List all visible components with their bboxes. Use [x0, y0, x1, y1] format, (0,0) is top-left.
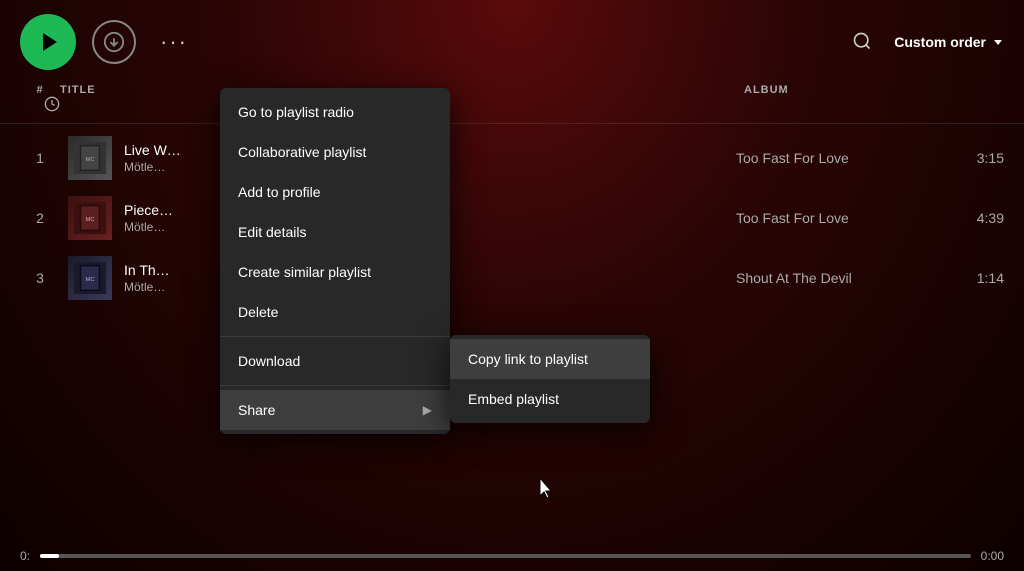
album-thumbnail: MC: [74, 262, 106, 294]
custom-order-label: Custom order: [894, 34, 986, 50]
play-icon: [38, 30, 62, 54]
track-number: 3: [20, 270, 60, 286]
menu-item-collaborative[interactable]: Collaborative playlist: [220, 132, 450, 172]
menu-divider: [220, 336, 450, 337]
menu-item-share[interactable]: Share ▶: [220, 390, 450, 430]
search-button[interactable]: [846, 25, 878, 60]
track-artist: Mötle…: [124, 220, 173, 234]
more-options-button[interactable]: ···: [152, 25, 196, 59]
play-button[interactable]: [20, 14, 76, 70]
track-title: In Th…: [124, 262, 170, 278]
track-artist: Mötle…: [124, 160, 181, 174]
track-list: 1 MC Live W… Mötle… Too Fast For Love 3:…: [0, 128, 1024, 308]
share-submenu: Copy link to playlist Embed playlist: [450, 335, 650, 423]
menu-item-add-profile[interactable]: Add to profile: [220, 172, 450, 212]
track-album: Too Fast For Love: [736, 150, 936, 166]
progress-bar[interactable]: [40, 554, 971, 558]
menu-item-download[interactable]: Download: [220, 341, 450, 381]
table-row[interactable]: 3 MC In Th… Mötle… Shout At The Devil 1:…: [0, 248, 1024, 308]
chevron-down-icon: [992, 36, 1004, 48]
submenu-item-embed[interactable]: Embed playlist: [450, 379, 650, 419]
toolbar: ··· Custom order: [0, 0, 1024, 84]
col-album-header: ALBUM: [744, 84, 944, 96]
col-duration-header: [20, 96, 60, 115]
track-duration: 3:15: [944, 150, 1004, 166]
album-thumbnail: MC: [74, 202, 106, 234]
track-number: 1: [20, 150, 60, 166]
end-time: 0:00: [981, 549, 1004, 563]
track-info: Live W… Mötle…: [124, 142, 181, 174]
track-album: Too Fast For Love: [736, 210, 936, 226]
context-menu: Go to playlist radio Collaborative playl…: [220, 88, 450, 434]
track-album: Shout At The Devil: [736, 270, 936, 286]
col-num-header: #: [20, 84, 60, 96]
track-info: Piece… Mötle…: [124, 202, 173, 234]
current-time: 0:: [20, 549, 30, 563]
custom-order-button[interactable]: Custom order: [894, 34, 1004, 50]
menu-item-create-similar[interactable]: Create similar playlist: [220, 252, 450, 292]
album-art: MC: [68, 136, 112, 180]
menu-item-edit-details[interactable]: Edit details: [220, 212, 450, 252]
clock-icon: [44, 96, 60, 112]
progress-fill: [40, 554, 59, 558]
submenu-item-copy-link[interactable]: Copy link to playlist: [450, 339, 650, 379]
svg-text:MC: MC: [85, 157, 94, 163]
track-duration: 1:14: [944, 270, 1004, 286]
table-header: # TITLE ALBUM: [0, 84, 1024, 124]
progress-area: 0: 0:00: [0, 541, 1024, 571]
track-info: In Th… Mötle…: [124, 262, 170, 294]
menu-item-playlist-radio[interactable]: Go to playlist radio: [220, 92, 450, 132]
svg-text:MC: MC: [85, 217, 94, 223]
download-circle-icon: [103, 31, 125, 53]
search-icon: [852, 31, 872, 51]
chevron-right-icon: ▶: [423, 403, 432, 417]
album-thumbnail: MC: [74, 142, 106, 174]
download-circle-button[interactable]: [92, 20, 136, 64]
track-cell: MC Live W… Mötle…: [68, 136, 198, 180]
track-title: Piece…: [124, 202, 173, 218]
track-artist: Mötle…: [124, 280, 170, 294]
svg-text:MC: MC: [85, 277, 94, 283]
track-title: Live W…: [124, 142, 181, 158]
table-row[interactable]: 1 MC Live W… Mötle… Too Fast For Love 3:…: [0, 128, 1024, 188]
album-art: MC: [68, 256, 112, 300]
track-cell: MC Piece… Mötle…: [68, 196, 198, 240]
table-row[interactable]: 2 MC Piece… Mötle… Too Fast For Love 4:3…: [0, 188, 1024, 248]
track-cell: MC In Th… Mötle…: [68, 256, 198, 300]
menu-divider-2: [220, 385, 450, 386]
album-art: MC: [68, 196, 112, 240]
track-number: 2: [20, 210, 60, 226]
track-duration: 4:39: [944, 210, 1004, 226]
menu-item-delete[interactable]: Delete: [220, 292, 450, 332]
